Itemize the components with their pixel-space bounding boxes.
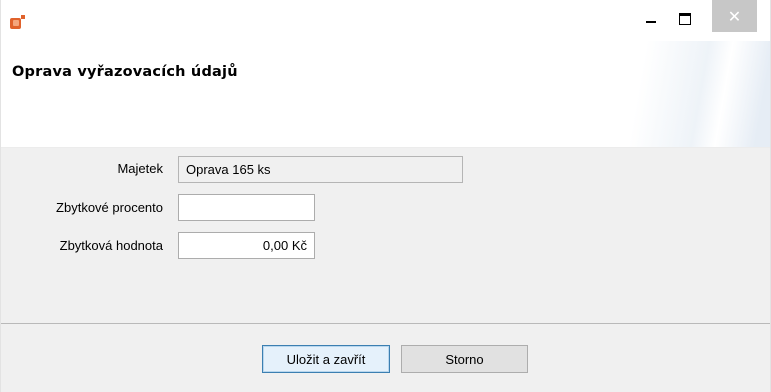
app-logo-icon [10, 15, 26, 29]
dialog-title: Oprava vyřazovacích údajů [12, 64, 238, 80]
zbytkova-hodnota-input[interactable]: 0,00 Kč [178, 232, 315, 259]
minimize-button[interactable] [636, 4, 666, 34]
majetek-label: Majetek [117, 161, 163, 176]
cancel-button[interactable]: Storno [401, 345, 528, 373]
close-button[interactable]: ✕ [712, 0, 757, 32]
majetek-field: Oprava 165 ks [178, 156, 463, 183]
close-icon: ✕ [727, 6, 742, 26]
maximize-button[interactable] [670, 4, 700, 34]
maximize-icon [679, 13, 691, 25]
zbytkove-procento-input[interactable] [178, 194, 315, 221]
zbytkove-procento-label: Zbytkové procento [56, 200, 163, 215]
title-bar[interactable]: ✕ [1, 0, 770, 41]
save-and-close-button[interactable]: Uložit a zavřít [262, 345, 390, 373]
dialog-window: ✕ Oprava vyřazovacích údajů Majetek Opra… [0, 0, 771, 392]
minimize-icon [646, 21, 656, 23]
zbytkova-hodnota-label: Zbytková hodnota [59, 238, 163, 253]
footer-separator [1, 323, 770, 324]
dialog-header: Oprava vyřazovacích údajů [1, 41, 770, 148]
